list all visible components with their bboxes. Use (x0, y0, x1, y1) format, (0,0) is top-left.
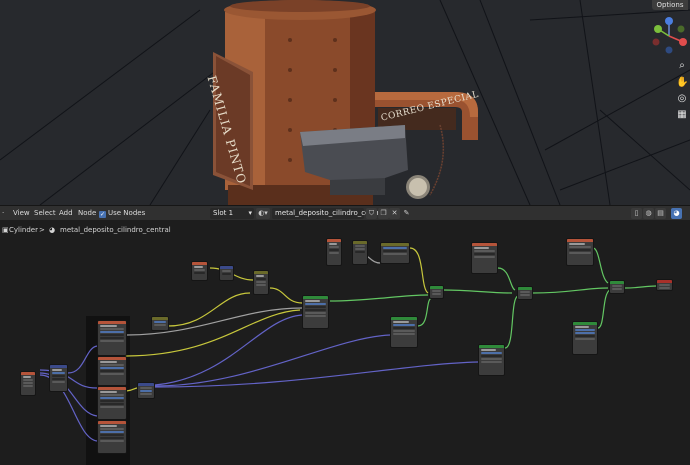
menu-view[interactable]: View (12, 206, 31, 221)
material-preview-icon[interactable]: ◕ (671, 208, 682, 219)
color-ramp-node[interactable] (151, 316, 169, 331)
noise-texture-node[interactable] (191, 261, 208, 281)
zoom-icon[interactable]: ⌕ (676, 60, 688, 72)
use-nodes-toggle[interactable]: ✓ Use Nodes (99, 206, 145, 221)
bump-node[interactable] (137, 382, 155, 399)
viewport-scene (0, 0, 690, 205)
material-sphere-icon: ◕ (49, 226, 56, 234)
material-output-node[interactable] (656, 279, 673, 291)
overlay-icon[interactable]: ◍ (643, 208, 654, 219)
checkbox-icon: ✓ (99, 211, 106, 218)
image-texture-node-7[interactable] (566, 238, 594, 266)
image-texture-node-2[interactable] (97, 356, 127, 386)
pin-icon[interactable]: ✎ (401, 208, 412, 219)
slot-value: Slot 1 (213, 209, 234, 217)
shield-icon[interactable]: ⛉ (366, 208, 377, 219)
mapping-node[interactable] (49, 364, 68, 392)
mix-shader-node-3[interactable] (609, 280, 625, 294)
principled-bsdf-node-3[interactable] (478, 344, 505, 376)
camera-icon[interactable]: ◎ (676, 93, 688, 105)
color-ramp-node-2[interactable] (380, 242, 410, 264)
grid-icon[interactable]: ▦ (676, 109, 688, 121)
breadcrumb-object[interactable]: Cylinder (9, 222, 38, 238)
sidebar-toggle-icon[interactable]: ▤ (655, 208, 666, 219)
axis-gizmo-icon[interactable] (648, 15, 690, 57)
mix-shader-node-2[interactable] (517, 286, 533, 300)
hand-icon[interactable]: ✋ (676, 77, 688, 89)
image-texture-node-5[interactable] (326, 238, 342, 266)
separate-color-node[interactable] (352, 240, 368, 265)
slot-dropdown[interactable]: Slot 1 ▾ (210, 208, 254, 219)
node-editor-header: · View Select Add Node ✓ Use Nodes Slot 1… (0, 205, 690, 220)
principled-bsdf-node-1[interactable] (302, 295, 329, 329)
close-icon[interactable]: ✕ (389, 208, 400, 219)
mix-color-node[interactable] (253, 270, 269, 295)
node-canvas[interactable] (0, 238, 690, 465)
image-texture-node-6[interactable] (471, 242, 498, 274)
menu-node[interactable]: Node (77, 206, 97, 221)
image-texture-node-1[interactable] (97, 320, 127, 356)
breadcrumb-separator: > (39, 226, 45, 234)
duplicate-icon[interactable]: ❐ (378, 208, 389, 219)
use-nodes-label: Use Nodes (108, 209, 146, 217)
principled-bsdf-node-4[interactable] (572, 321, 598, 355)
menu-select[interactable]: Select (33, 206, 57, 221)
material-browse-icon[interactable]: ◐▾ (256, 208, 270, 219)
math-node[interactable] (219, 265, 234, 281)
3d-viewport[interactable]: FAMILIA PINTO CORREO ESPECIAL Options ⌕ … (0, 0, 690, 205)
snap-icon[interactable]: ▯ (631, 208, 642, 219)
menu-add[interactable]: Add (58, 206, 74, 221)
mix-shader-node-1[interactable] (429, 285, 444, 299)
cube-icon: ▣ (2, 226, 9, 234)
editor-type-icon[interactable]: · (2, 206, 8, 221)
material-name-field[interactable]: metal_deposito_cilindro_central (272, 208, 386, 219)
texture-coordinate-node[interactable] (20, 371, 36, 396)
options-button[interactable]: Options (652, 0, 688, 10)
image-texture-node-3[interactable] (97, 386, 127, 420)
image-texture-node-4[interactable] (97, 420, 127, 454)
principled-bsdf-node-2[interactable] (390, 316, 418, 348)
chevron-down-icon: ▾ (248, 209, 252, 217)
breadcrumb-material[interactable]: metal_deposito_cilindro_central (60, 222, 171, 238)
